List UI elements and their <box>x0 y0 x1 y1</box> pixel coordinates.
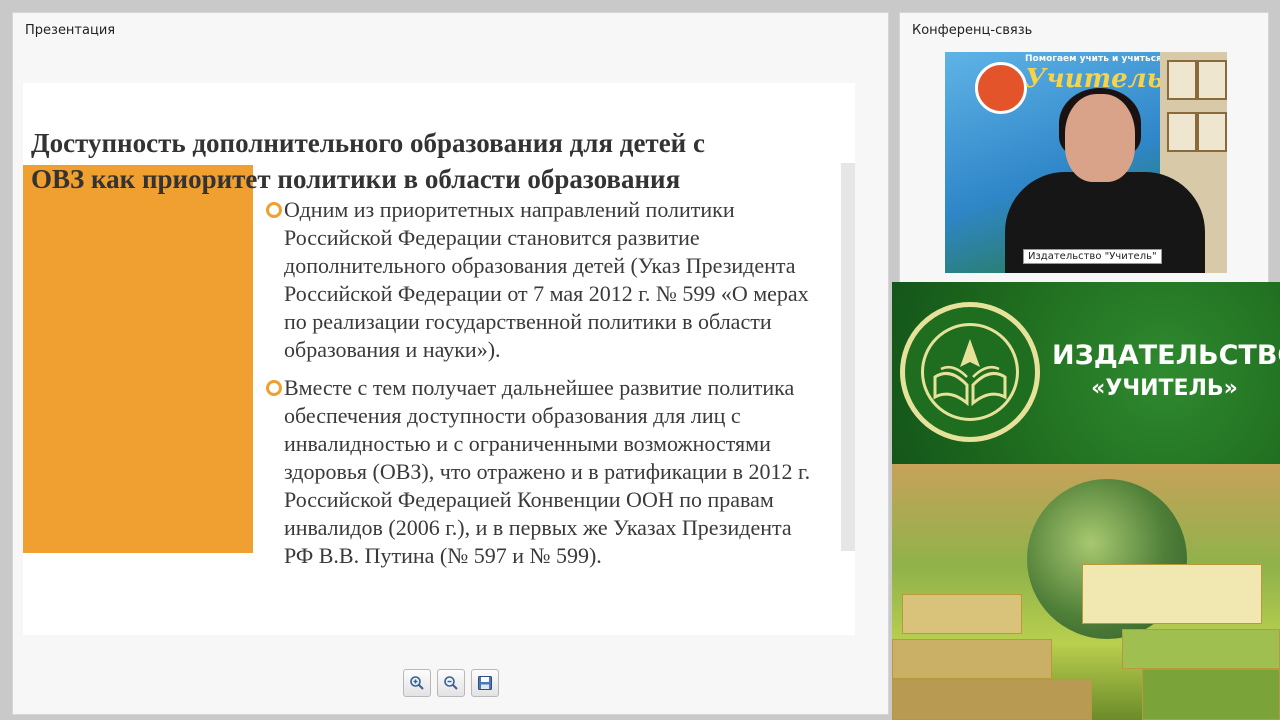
zoom-in-button[interactable] <box>403 669 431 697</box>
publisher-emblem-icon <box>900 302 1040 442</box>
publisher-banner: ИЗДАТЕЛЬСТВО «УЧИТЕЛЬ» <box>892 282 1280 464</box>
presentation-panel: Презентация Доступность дополнительного … <box>12 12 889 715</box>
slide-title-line2: ОВЗ как приоритет политики в области обр… <box>31 164 681 194</box>
board-slogan: Помогаем учить и учиться <box>1025 54 1162 64</box>
zoom-in-icon <box>410 676 424 690</box>
open-book-image <box>1082 564 1262 624</box>
slide-scrollbar[interactable] <box>841 163 855 551</box>
book-image <box>892 639 1052 679</box>
bullet-circle-icon <box>266 380 282 396</box>
publisher-name-line2: «УЧИТЕЛЬ» <box>1091 376 1238 401</box>
video-feed[interactable]: Помогаем учить и учиться Учитель Издател… <box>945 52 1227 273</box>
slide-title-line1: Доступность дополнительного образования … <box>31 128 705 158</box>
slide-title: Доступность дополнительного образования … <box>31 125 841 197</box>
save-icon <box>478 676 492 690</box>
wall-frame <box>1167 60 1197 100</box>
zoom-out-button[interactable] <box>437 669 465 697</box>
book-image <box>902 594 1022 634</box>
slide: Доступность дополнительного образования … <box>23 83 855 635</box>
video-caption: Издательство "Учитель" <box>1023 249 1162 264</box>
slide-bullet-1-text: Одним из приоритетных направлений полити… <box>284 197 809 362</box>
book-image <box>1142 669 1280 720</box>
slide-bullet-1: Одним из приоритетных направлений полити… <box>266 196 826 364</box>
slide-accent-block <box>23 165 253 553</box>
presentation-panel-title: Презентация <box>25 23 116 38</box>
speaker-face <box>1065 94 1135 182</box>
book-image <box>1122 629 1280 669</box>
book-image <box>892 679 1092 720</box>
slide-toolbar <box>403 669 499 697</box>
wall-frame <box>1197 60 1227 100</box>
books-globe-photo <box>892 464 1280 720</box>
save-button[interactable] <box>471 669 499 697</box>
slide-bullet-2: Вместе с тем получает дальнейшее развити… <box>266 374 826 570</box>
book-leaves-icon <box>933 339 1007 407</box>
zoom-out-icon <box>444 676 458 690</box>
bullet-circle-icon <box>266 202 282 218</box>
publisher-logo-icon <box>975 62 1027 114</box>
wall-frame <box>1197 112 1227 152</box>
conference-panel-title: Конференц-связь <box>912 23 1033 38</box>
publisher-name-line1: ИЗДАТЕЛЬСТВО <box>1052 340 1280 371</box>
wall-frame <box>1167 112 1197 152</box>
slide-bullet-2-text: Вместе с тем получает дальнейшее развити… <box>284 375 811 568</box>
